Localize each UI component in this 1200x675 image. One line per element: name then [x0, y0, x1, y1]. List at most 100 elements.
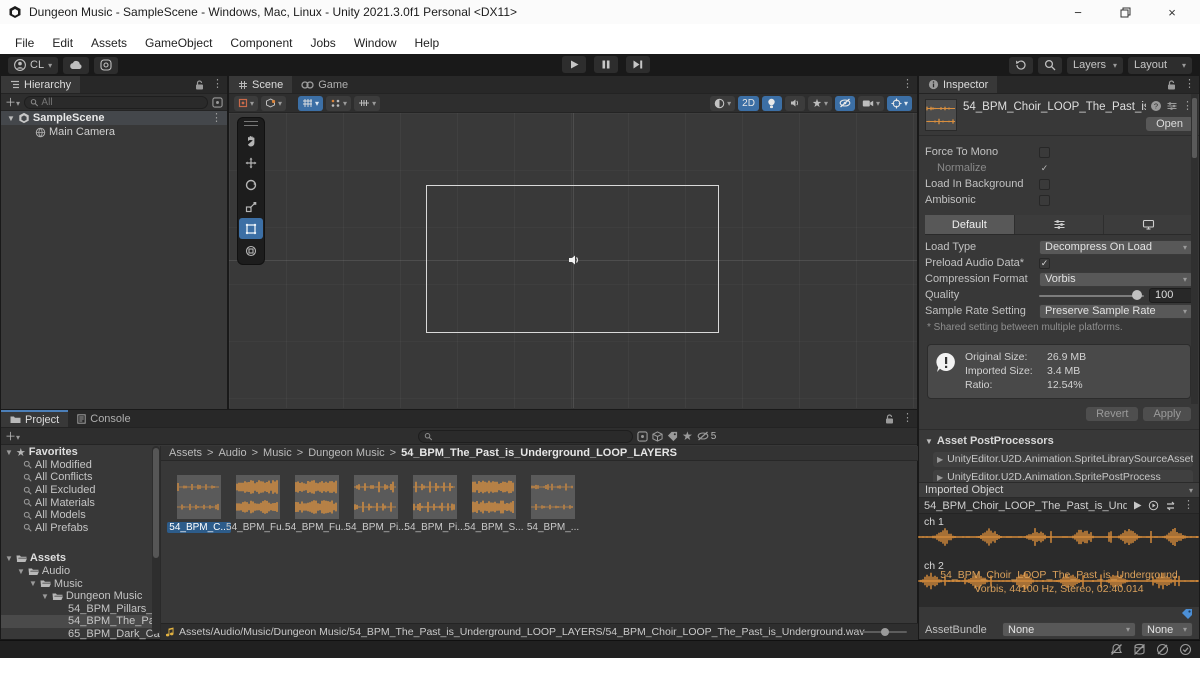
effects-dropdown[interactable]: ▾ — [807, 95, 832, 111]
version-control-button[interactable] — [94, 56, 119, 74]
assetbundle-dropdown[interactable]: None ▾ — [1002, 622, 1136, 637]
asset-file-last[interactable]: 54_BPM_... — [527, 475, 579, 533]
step-button[interactable] — [626, 56, 650, 73]
cache-server-disabled-icon[interactable] — [1133, 643, 1146, 656]
layers-dropdown[interactable]: Layers ▾ — [1067, 56, 1123, 74]
sample-rate-dropdown[interactable]: Preserve Sample Rate ▾ — [1039, 303, 1193, 319]
hierarchy-item-main-camera[interactable]: Main Camera — [1, 125, 227, 139]
scene-menu-button[interactable]: ⋮ — [898, 76, 917, 93]
inspector-scrollbar[interactable] — [1191, 94, 1198, 404]
project-search-input[interactable] — [435, 430, 628, 442]
move-tool[interactable] — [239, 152, 263, 173]
hierarchy-search[interactable] — [24, 95, 208, 109]
hidden-packages-toggle[interactable]: 5 — [697, 431, 716, 442]
create-asset-button[interactable]: ＋▾ — [5, 428, 20, 444]
tree-folder-54-bpm-the-past[interactable]: 54_BPM_The_Pas — [1, 615, 160, 628]
menu-help[interactable]: Help — [406, 34, 449, 52]
load-type-dropdown[interactable]: Decompress On Load ▾ — [1039, 239, 1193, 255]
tree-folder-54-bpm-pillars[interactable]: 54_BPM_Pillars_of — [1, 603, 160, 616]
restore-button[interactable] — [1105, 1, 1145, 23]
asset-postprocessors-header[interactable]: ▼ Asset PostProcessors — [925, 434, 1193, 449]
rect-tool[interactable] — [239, 218, 263, 239]
scene-menu-button[interactable]: ⋮ — [211, 112, 222, 124]
menu-edit[interactable]: Edit — [43, 34, 82, 52]
layout-dropdown[interactable]: Layout ▾ — [1128, 56, 1192, 74]
slider-thumb[interactable] — [881, 628, 889, 636]
waveform-preview[interactable]: ch 1 ch 2 54_BPM_Choir_LOOP_The_Past_is_… — [918, 514, 1199, 607]
menu-assets[interactable]: Assets — [82, 34, 136, 52]
cloud-button[interactable] — [63, 56, 90, 74]
asset-file-s[interactable]: 54_BPM_S... — [465, 475, 523, 533]
slider-thumb[interactable] — [1132, 289, 1142, 300]
picker-icon[interactable] — [212, 96, 223, 108]
hand-tool[interactable] — [239, 130, 263, 151]
transform-tool[interactable] — [239, 240, 263, 261]
favorites-root[interactable]: ▼ ★ Favorites — [1, 446, 160, 458]
platform-tab-default[interactable]: Default — [925, 215, 1015, 234]
account-dropdown[interactable]: CL ▾ — [8, 56, 59, 74]
lock-icon[interactable] — [881, 410, 898, 427]
pivot-dropdown[interactable]: ▾ — [261, 95, 287, 111]
favorite-all-excluded[interactable]: All Excluded — [1, 484, 160, 497]
apply-button[interactable]: Apply — [1143, 406, 1191, 421]
favorite-all-materials[interactable]: All Materials — [1, 496, 160, 509]
background-tasks-icon[interactable] — [1179, 643, 1192, 656]
postprocessor-item[interactable]: ▶ UnityEditor.U2D.Animation.SpriteLibrary… — [933, 451, 1193, 467]
scene-canvas[interactable] — [229, 113, 917, 408]
help-icon[interactable]: ? — [1150, 100, 1162, 112]
inspector-menu-button[interactable]: ⋮ — [1180, 76, 1199, 93]
asset-file-pi-2[interactable]: 54_BPM_Pi... — [404, 475, 466, 533]
tab-game[interactable]: Game — [292, 76, 357, 93]
preview-play-icon[interactable] — [1133, 501, 1142, 510]
collab-disabled-icon[interactable] — [1156, 643, 1169, 656]
ambisonic-checkbox[interactable] — [1039, 194, 1050, 206]
search-picker-icon[interactable] — [637, 430, 648, 442]
add-object-button[interactable]: ＋▾ — [5, 94, 20, 110]
tab-inspector[interactable]: Inspector — [919, 76, 998, 93]
hierarchy-menu-button[interactable]: ⋮ — [208, 76, 227, 93]
platform-tab-settings[interactable] — [1014, 215, 1105, 234]
2d-toggle[interactable]: 2D — [738, 95, 759, 111]
tree-assets-root[interactable]: ▼ Assets — [1, 552, 160, 565]
search-everywhere-button[interactable] — [1038, 56, 1062, 74]
breadcrumb-assets[interactable]: Assets — [169, 447, 202, 459]
favorite-all-conflicts[interactable]: All Conflicts — [1, 471, 160, 484]
audio-toggle[interactable] — [784, 95, 805, 111]
lock-icon[interactable] — [191, 76, 208, 93]
force-to-mono-checkbox[interactable] — [1039, 146, 1050, 158]
visibility-toggle[interactable] — [834, 95, 855, 111]
tab-scene[interactable]: Scene — [229, 76, 293, 93]
breadcrumb-dungeon-music[interactable]: Dungeon Music — [308, 447, 384, 459]
compression-format-dropdown[interactable]: Vorbis ▾ — [1039, 271, 1193, 287]
favorite-all-prefabs[interactable]: All Prefabs — [1, 522, 160, 535]
asset-file-pi-1[interactable]: 54_BPM_Pi... — [345, 475, 407, 533]
rotate-tool[interactable] — [239, 174, 263, 195]
close-button[interactable]: × — [1152, 1, 1192, 23]
load-in-background-checkbox[interactable] — [1039, 178, 1050, 190]
label-filter-icon[interactable] — [667, 431, 678, 442]
snap-increment-dropdown[interactable]: ▾ — [326, 95, 352, 111]
tree-music[interactable]: ▼ Music — [1, 577, 160, 590]
revert-button[interactable]: Revert — [1086, 406, 1139, 421]
tab-project[interactable]: Project — [1, 410, 69, 427]
tab-console[interactable]: Console — [68, 410, 139, 427]
menu-window[interactable]: Window — [345, 34, 406, 52]
platform-tab-standalone[interactable] — [1104, 215, 1194, 234]
asset-file-choir[interactable]: 54_BPM_C... — [167, 475, 231, 533]
overlay-drag-handle[interactable] — [244, 121, 258, 126]
open-button[interactable]: Open — [1146, 117, 1193, 131]
tree-audio[interactable]: ▼ Audio — [1, 565, 160, 578]
quality-value-field[interactable]: 100 — [1149, 287, 1193, 303]
play-on-awake-icon[interactable] — [1148, 500, 1159, 511]
tool-settings-dropdown[interactable]: ▾ — [234, 95, 259, 111]
shading-mode-dropdown[interactable]: ▾ — [710, 95, 736, 111]
foldout-icon[interactable]: ▼ — [7, 114, 15, 123]
asset-file-full-2[interactable]: 54_BPM_Fu... — [285, 475, 349, 533]
preview-menu-button[interactable]: ⋮ — [1183, 500, 1194, 511]
tab-hierarchy[interactable]: Hierarchy — [1, 76, 81, 93]
presets-icon[interactable] — [1166, 100, 1178, 112]
loop-icon[interactable] — [1165, 501, 1177, 511]
folder-tree-scrollbar[interactable] — [152, 446, 160, 634]
favorites-filter-icon[interactable]: ★ — [682, 429, 693, 443]
package-filter-icon[interactable] — [652, 430, 663, 442]
